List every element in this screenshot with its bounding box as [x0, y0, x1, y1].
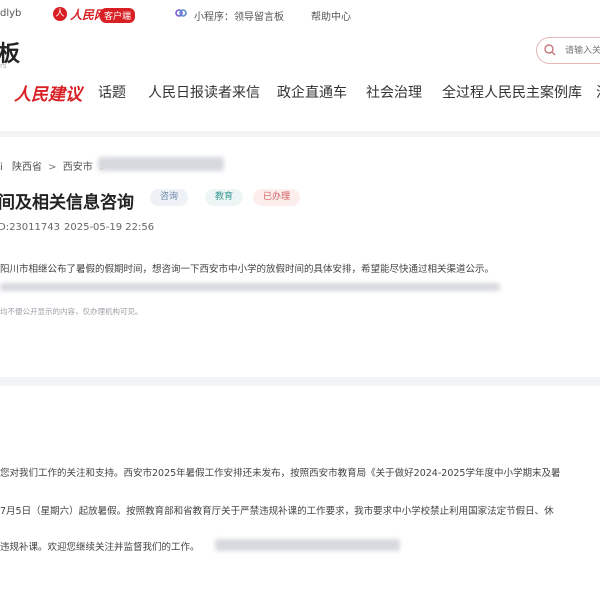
mini-program-icon[interactable]: [174, 6, 188, 23]
reply-line: 违规补课。欢迎您继续关注并监督我们的工作。: [0, 542, 200, 553]
nav-item-enterprise-channel[interactable]: 政企直通车: [277, 82, 347, 102]
message-card: i 陕西省 > 西安市 > 间及相关信息咨询 咨询 教育 已办理 D:23011…: [0, 137, 600, 377]
main-nav: 人民建议 话题 人民日报读者来信 政企直通车 社会治理 全过程人民民主案例库 治: [0, 80, 600, 106]
top-bar: dlyb 人 人民网 客户端 小程序：领导留言板 帮助中心: [0, 0, 600, 29]
tag-consult: 咨询: [150, 189, 189, 206]
search-icon[interactable]: [543, 43, 557, 57]
nav-item-topics[interactable]: 话题: [98, 82, 126, 102]
site-header: 板 rs 人民建议 话题 人民日报读者来信 政企直通车 社会治理 全过程人民民主…: [0, 28, 600, 131]
breadcrumb-prefix: i: [0, 162, 3, 173]
account-fragment[interactable]: dlyb: [0, 8, 21, 19]
breadcrumb-city[interactable]: 西安市: [63, 162, 93, 173]
breadcrumb-separator: >: [48, 162, 57, 173]
help-center-link[interactable]: 帮助中心: [311, 8, 351, 23]
tag-education: 教育: [205, 189, 244, 206]
people-logo-icon[interactable]: 人: [53, 7, 67, 21]
message-body: 阳川市相继公布了暑假的假期时间，想咨询一下西安市中小学的放假时间的具体安排，希望…: [0, 264, 495, 275]
search-input[interactable]: [563, 42, 600, 60]
site-brand-sub: rs: [0, 62, 7, 70]
message-title: 间及相关信息咨询: [0, 193, 134, 213]
nav-item-more[interactable]: 治: [596, 82, 600, 102]
redacted-body-line: [0, 283, 500, 291]
reply-card: 您对我们工作的关注和支持。西安市2025年暑假工作安排还未发布，按照西安市教育局…: [0, 386, 600, 600]
nav-item-social-governance[interactable]: 社会治理: [366, 82, 422, 102]
mini-program-link[interactable]: 小程序：领导留言板: [194, 8, 284, 23]
redacted-reply-signature: [215, 539, 400, 551]
message-datetime: 2025-05-19 22:56: [64, 222, 155, 233]
redacted-breadcrumb: [98, 157, 224, 171]
breadcrumb: i 陕西省 > 西安市 >: [0, 158, 110, 173]
client-badge[interactable]: 客户端: [100, 8, 136, 23]
privacy-notice: 均不便公开显示的内容，仅办理机构可见。: [0, 307, 143, 316]
nav-logo-people-suggestion[interactable]: 人民建议: [14, 80, 82, 105]
reply-line: 您对我们工作的关注和支持。西安市2025年暑假工作安排还未发布，按照西安市教育局…: [0, 468, 561, 479]
nav-item-readers-letters[interactable]: 人民日报读者来信: [148, 82, 260, 102]
reply-line: 7月5日（星期六）起放暑假。按照教育部和省教育厅关于严禁违规补课的工作要求，我市…: [0, 506, 554, 517]
nav-item-democracy-cases[interactable]: 全过程人民民主案例库: [442, 82, 582, 102]
breadcrumb-province[interactable]: 陕西省: [12, 162, 42, 173]
section-divider: [0, 377, 600, 386]
status-badge: 已办理: [253, 189, 301, 206]
message-id: D:23011743: [0, 222, 60, 233]
search-box[interactable]: [536, 37, 600, 64]
